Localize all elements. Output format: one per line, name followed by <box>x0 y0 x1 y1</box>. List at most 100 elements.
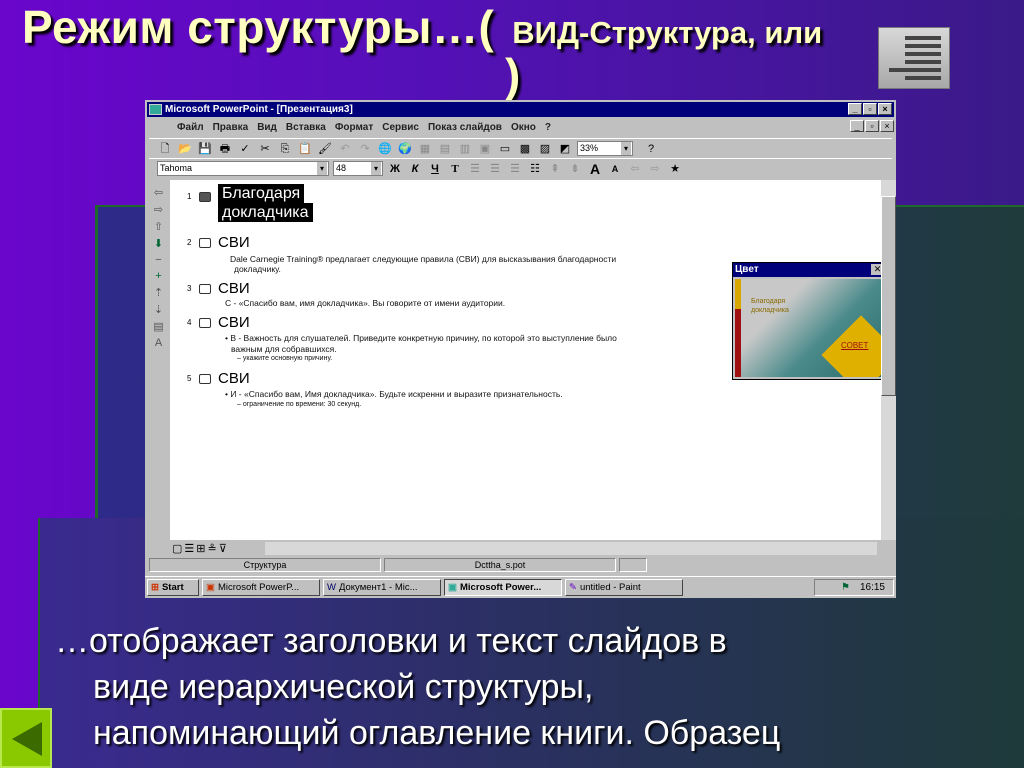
new-slide-icon[interactable]: ▭ <box>497 141 513 157</box>
paint-icon: ✎ <box>569 582 577 593</box>
menu-help[interactable]: ? <box>545 122 551 133</box>
taskbar-item[interactable]: W Документ1 - Mic... <box>323 579 441 596</box>
bold-button[interactable]: Ж <box>387 161 403 177</box>
menu-tools[interactable]: Сервис <box>382 122 419 133</box>
menu-view[interactable]: Вид <box>257 122 277 133</box>
move-up-icon[interactable]: ⇧ <box>154 220 163 233</box>
demote-icon[interactable]: ⇨ <box>154 203 163 216</box>
menu-slideshow[interactable]: Показ слайдов <box>428 122 502 133</box>
layout-icon[interactable]: ▩ <box>517 141 533 157</box>
align-center-icon[interactable]: ☰ <box>487 161 503 177</box>
title-line: Благодаря <box>218 184 305 203</box>
chart-icon[interactable]: ▥ <box>457 141 473 157</box>
collapse-all-icon[interactable]: ⇡ <box>154 286 163 299</box>
collapse-icon[interactable]: − <box>155 254 161 266</box>
grayscale-icon[interactable]: ◩ <box>557 141 573 157</box>
undo-icon[interactable]: ↶ <box>337 141 353 157</box>
paste-icon[interactable]: 📋 <box>297 141 313 157</box>
menu-edit[interactable]: Правка <box>213 122 249 133</box>
font-size-select[interactable]: 48 <box>333 161 383 176</box>
summary-slide-icon[interactable]: ▤ <box>153 320 163 333</box>
redo-icon[interactable]: ↷ <box>357 141 373 157</box>
animation-effects-icon[interactable]: ★ <box>667 161 683 177</box>
decrease-spacing-icon[interactable]: ⇟ <box>567 161 583 177</box>
taskbar-label: Microsoft Power... <box>459 582 542 593</box>
promote-icon[interactable]: ⇦ <box>627 161 643 177</box>
slide-icon <box>199 284 211 294</box>
bullets-icon[interactable]: ☷ <box>527 161 543 177</box>
start-button[interactable]: ⊞ Start <box>147 579 199 596</box>
network-icon: ⚑ <box>841 582 850 593</box>
new-icon[interactable]: 🗋 <box>157 141 173 157</box>
status-view: Структура <box>149 558 381 572</box>
color-preview-window[interactable]: Цвет ✕ Благодаря докладчика СОВЕТ <box>732 262 888 380</box>
taskbar: ⊞ Start ▣ Microsoft PowerP... W Документ1 -… <box>145 576 896 598</box>
scroll-thumb[interactable] <box>881 196 896 396</box>
increase-font-icon[interactable]: A <box>587 161 603 177</box>
taskbar-label: Microsoft PowerP... <box>217 582 300 593</box>
slide-title: СВИ <box>218 314 250 331</box>
taskbar-item[interactable]: ✎ untitled - Paint <box>565 579 683 596</box>
menu-format[interactable]: Формат <box>335 122 373 133</box>
status-bar: Структура Dcttha_s.pot <box>147 556 894 574</box>
table-icon[interactable]: ▦ <box>417 141 433 157</box>
hyperlink-icon[interactable]: 🌐 <box>377 141 393 157</box>
word-table-icon[interactable]: ▤ <box>437 141 453 157</box>
zoom-select[interactable]: 33% <box>577 141 633 156</box>
demote-icon[interactable]: ⇨ <box>647 161 663 177</box>
slide-view-icon[interactable]: ▢ <box>172 542 182 555</box>
show-formatting-icon[interactable]: A <box>155 337 162 349</box>
underline-button[interactable]: Ч <box>427 161 443 177</box>
menu-insert[interactable]: Вставка <box>286 122 326 133</box>
spellcheck-icon[interactable]: ✓ <box>237 141 253 157</box>
promote-icon[interactable]: ⇦ <box>154 186 163 199</box>
cut-icon[interactable]: ✂ <box>257 141 273 157</box>
powerpoint-icon: ▣ <box>448 582 457 593</box>
clipart-icon[interactable]: ▣ <box>477 141 493 157</box>
window-title: Microsoft PowerPoint - [Презентация3] <box>165 104 353 115</box>
horizontal-scrollbar[interactable] <box>265 542 877 555</box>
save-icon[interactable]: 💾 <box>197 141 213 157</box>
taskbar-item[interactable]: ▣ Microsoft PowerP... <box>202 579 320 596</box>
vertical-scrollbar[interactable] <box>881 180 896 540</box>
body-line: напоминающий оглавление книги. Образец <box>93 714 781 752</box>
outline-pane[interactable]: 1 Благодаря докладчика 2 СВИ Dale Carnegi… <box>170 180 888 540</box>
slide-sorter-icon[interactable]: ⊞ <box>196 542 205 555</box>
menu-file[interactable]: Файл <box>177 122 204 133</box>
print-icon[interactable]: 🖶 <box>217 141 233 157</box>
align-left-icon[interactable]: ☰ <box>467 161 483 177</box>
expand-all-icon[interactable]: ⇣ <box>154 303 163 316</box>
open-icon[interactable]: 📂 <box>177 141 193 157</box>
font-select[interactable]: Tahoma <box>157 161 329 176</box>
body-line: …отображает заголовки и текст слайдов в <box>55 622 727 660</box>
copy-icon[interactable]: ⎘ <box>277 141 293 157</box>
increase-spacing-icon[interactable]: ⇞ <box>547 161 563 177</box>
expand-icon[interactable]: + <box>155 270 161 282</box>
menu-window[interactable]: Окно <box>511 122 536 133</box>
move-down-icon[interactable]: ⬇ <box>154 237 163 250</box>
minimize-button[interactable]: _ <box>848 103 862 115</box>
slideshow-icon[interactable]: ⊽ <box>219 542 227 555</box>
close-button[interactable]: × <box>878 103 892 115</box>
taskbar-item-active[interactable]: ▣ Microsoft Power... <box>444 579 562 596</box>
align-right-icon[interactable]: ☰ <box>507 161 523 177</box>
preview-title: Цвет <box>733 263 887 277</box>
italic-button[interactable]: К <box>407 161 423 177</box>
web-icon[interactable]: 🌍 <box>397 141 413 157</box>
doc-minimize-button[interactable]: _ <box>850 120 864 132</box>
doc-close-button[interactable]: × <box>880 120 894 132</box>
doc-restore-button[interactable]: ▫ <box>865 120 879 132</box>
shadow-button[interactable]: Т <box>447 161 463 177</box>
help-icon[interactable]: ? <box>643 141 659 157</box>
slide-title: Режим структуры…(ВИД-Структура, или <box>22 0 822 54</box>
preview-slide-title: Благодаря докладчика <box>751 298 789 314</box>
design-icon[interactable]: ▨ <box>537 141 553 157</box>
slide-subtext: – ограничение по времени: 30 секунд. <box>237 401 362 408</box>
notes-view-icon[interactable]: ≗ <box>208 542 217 555</box>
back-button[interactable] <box>0 708 52 768</box>
decrease-font-icon[interactable]: A <box>607 161 623 177</box>
format-painter-icon[interactable]: 🖌 <box>317 141 333 157</box>
slide-number: 5 <box>187 374 192 383</box>
maximize-button[interactable]: ▫ <box>863 103 877 115</box>
outline-view-icon[interactable]: ☰ <box>184 542 194 555</box>
